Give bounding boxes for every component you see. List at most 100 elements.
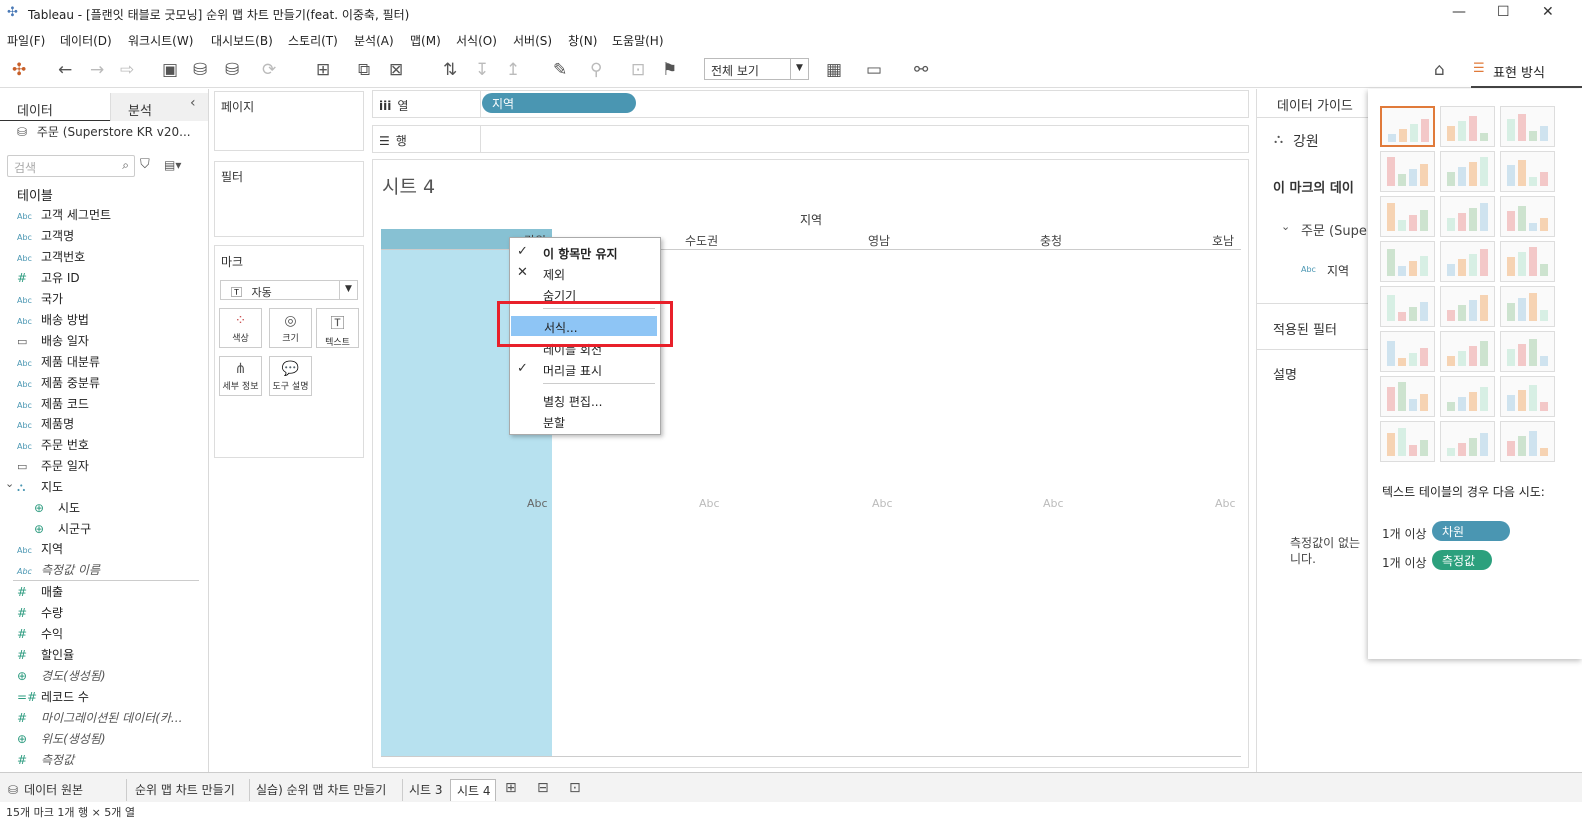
field-item[interactable]: # 매출 xyxy=(17,583,63,603)
menu-analysis[interactable]: 분석(A) xyxy=(354,32,394,49)
field-item[interactable]: Abc 제품 중분류 xyxy=(17,374,100,394)
chart-type-thumbnail[interactable] xyxy=(1380,106,1435,147)
chevron-down-icon[interactable]: ▼ xyxy=(790,59,808,79)
filter-icon[interactable]: ⛉ xyxy=(140,157,150,172)
menu-map[interactable]: 맵(M) xyxy=(410,32,441,49)
fit-view-select[interactable]: 전체 보기 ▼ xyxy=(704,58,809,80)
new-datasource-icon[interactable]: ⛁ xyxy=(193,60,207,80)
menu-dashboard[interactable]: 대시보드(B) xyxy=(211,32,273,49)
collapse-pane-icon[interactable]: ‹ xyxy=(190,95,196,111)
new-worksheet-icon[interactable]: ⊞ xyxy=(505,780,517,796)
region-pill[interactable]: 지역 xyxy=(482,93,636,113)
menu-server[interactable]: 서버(S) xyxy=(513,32,552,49)
chart-type-thumbnail[interactable] xyxy=(1380,241,1435,282)
field-item[interactable]: Abc 고객명 xyxy=(17,227,74,247)
chevron-down-icon[interactable]: ▼ xyxy=(339,281,357,299)
minimize-icon[interactable]: — xyxy=(1452,4,1466,20)
chart-type-thumbnail[interactable] xyxy=(1500,151,1555,192)
chart-type-thumbnail[interactable] xyxy=(1440,196,1495,237)
chart-type-thumbnail[interactable] xyxy=(1440,421,1495,462)
new-worksheet-icon[interactable]: ⊞ xyxy=(316,60,330,80)
field-item[interactable]: ⊕ 위도(생성됨) xyxy=(17,730,106,750)
cell-mark[interactable]: Abc xyxy=(1043,497,1064,510)
field-item[interactable]: Abc 제품명 xyxy=(17,415,74,435)
cell-mark[interactable]: Abc xyxy=(527,497,548,510)
chart-type-thumbnail[interactable] xyxy=(1500,106,1555,147)
menu-item-split[interactable]: 분할 xyxy=(510,411,660,431)
field-item[interactable]: Abc 배송 방법 xyxy=(17,311,89,331)
cell-mark[interactable]: Abc xyxy=(872,497,893,510)
field-item[interactable]: ⊕ 시도 xyxy=(34,499,80,519)
menu-item-edit-alias[interactable]: 별칭 편집... xyxy=(510,390,660,410)
field-item[interactable]: Abc 고객 세그먼트 xyxy=(17,206,111,226)
column-header-영남[interactable]: 영남 xyxy=(868,232,890,249)
replay-icon[interactable]: ⇨ xyxy=(120,60,134,80)
tab-sheet[interactable]: 순위 맵 차트 만들기 xyxy=(126,779,244,801)
view-options-icon[interactable]: ▤▾ xyxy=(164,158,181,172)
tableau-start-icon[interactable]: ✣ xyxy=(12,60,26,80)
cell-mark[interactable]: Abc xyxy=(1215,497,1236,510)
sheet-title[interactable]: 시트 4 xyxy=(382,172,435,199)
field-item[interactable]: ▭ 배송 일자 xyxy=(17,332,89,352)
field-item[interactable]: =# 레코드 수 xyxy=(17,688,89,708)
field-item[interactable]: ▭ 주문 일자 xyxy=(17,457,89,477)
pause-updates-icon[interactable]: ⛁ xyxy=(225,60,239,80)
detail-button[interactable]: ⋔ 세부 정보 xyxy=(219,356,262,396)
new-story-icon[interactable]: ⊡ xyxy=(569,780,581,796)
format-brush-icon[interactable]: ⌂ xyxy=(1434,60,1445,80)
chart-type-thumbnail[interactable] xyxy=(1380,151,1435,192)
menu-data[interactable]: 데이터(D) xyxy=(60,32,112,49)
tab-sheet-active[interactable]: 시트 4 xyxy=(450,779,496,801)
presentation-icon[interactable]: ▭ xyxy=(866,60,882,80)
size-button[interactable]: ◎ 크기 xyxy=(269,308,312,348)
highlight-icon[interactable]: ✎ xyxy=(553,60,567,80)
field-item[interactable]: ⊕ 경도(생성됨) xyxy=(17,667,106,687)
cell-mark[interactable]: Abc xyxy=(699,497,720,510)
field-item[interactable]: # 수량 xyxy=(17,604,63,624)
column-header-title[interactable]: 지역 xyxy=(800,211,822,228)
chart-type-thumbnail[interactable] xyxy=(1380,196,1435,237)
field-item[interactable]: ⌄ ⛬ 지도 xyxy=(5,477,63,498)
chart-type-thumbnail[interactable] xyxy=(1440,286,1495,327)
menu-item-show-header[interactable]: ✓ 머리글 표시 xyxy=(510,359,660,379)
clear-sheet-icon[interactable]: ⊠ xyxy=(389,60,403,80)
menu-item-exclude[interactable]: ✕ 제외 xyxy=(510,263,660,283)
pin-icon[interactable]: ⚑ xyxy=(662,60,677,80)
menu-window[interactable]: 창(N) xyxy=(568,32,597,49)
chart-type-thumbnail[interactable] xyxy=(1500,286,1555,327)
share-icon[interactable]: ⚯ xyxy=(914,60,928,80)
menu-file[interactable]: 파일(F) xyxy=(7,32,45,49)
show-me-button[interactable]: ☰ 표현 방식 xyxy=(1471,52,1582,88)
redo-icon[interactable]: → xyxy=(90,60,104,80)
chart-type-thumbnail[interactable] xyxy=(1440,151,1495,192)
chart-type-thumbnail[interactable] xyxy=(1500,421,1555,462)
field-item[interactable]: # 측정값 xyxy=(17,751,74,771)
guide-source[interactable]: 주문 (Supe xyxy=(1301,220,1367,239)
refresh-icon[interactable]: ⟳ xyxy=(262,60,276,80)
sort-desc-icon[interactable]: ↥ xyxy=(506,60,520,80)
text-button[interactable]: 🅃 텍스트 xyxy=(316,308,359,348)
datasource-item[interactable]: ⛁ 주문 (Superstore KR v20... xyxy=(17,123,191,140)
field-item[interactable]: Abc 측정값 이름 xyxy=(17,561,100,581)
field-item[interactable]: Abc 고객번호 xyxy=(17,248,85,268)
tab-data[interactable]: 데이터 xyxy=(0,93,110,121)
mark-type-select[interactable]: 🅃 자동 ▼ xyxy=(220,280,358,300)
tab-sheet[interactable]: 시트 3 xyxy=(402,779,447,801)
field-item[interactable]: # 마이그레이션된 데이터(카... xyxy=(17,709,182,729)
menu-help[interactable]: 도움말(H) xyxy=(612,32,664,49)
field-item[interactable]: # 할인율 xyxy=(17,646,74,666)
column-header-충청[interactable]: 충청 xyxy=(1040,232,1062,249)
chart-type-thumbnail[interactable] xyxy=(1440,241,1495,282)
chart-type-thumbnail[interactable] xyxy=(1440,106,1495,147)
pages-shelf[interactable]: 페이지 xyxy=(214,91,364,151)
duplicate-sheet-icon[interactable]: ⧉ xyxy=(358,60,370,80)
field-item[interactable]: Abc 지역 xyxy=(17,540,63,560)
close-icon[interactable]: ✕ xyxy=(1542,4,1554,20)
show-cards-icon[interactable]: ▦ xyxy=(826,60,842,80)
undo-icon[interactable]: ← xyxy=(58,60,72,80)
field-item[interactable]: # 고유 ID xyxy=(17,269,80,289)
filters-shelf[interactable]: 필터 xyxy=(214,161,364,237)
tab-data-source[interactable]: ⛁ 데이터 원본 xyxy=(8,779,120,801)
chart-type-thumbnail[interactable] xyxy=(1500,331,1555,372)
column-header-호남[interactable]: 호남 xyxy=(1212,232,1234,249)
